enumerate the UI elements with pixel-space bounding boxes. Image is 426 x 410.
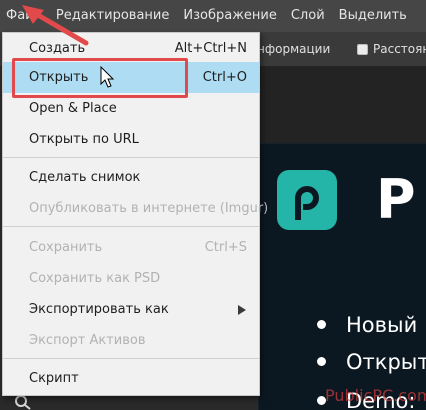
- toolbar-info-label[interactable]: нформации: [257, 32, 330, 66]
- menu-layer[interactable]: Слой: [284, 0, 332, 32]
- menu-item-save-psd: Сохранить как PSD: [3, 263, 259, 294]
- menu-item-publish-imgur: Опубликовать в интернете (Imgur): [3, 193, 268, 224]
- workspace-panel: [258, 66, 426, 143]
- menu-item-label: Экспортировать как: [29, 302, 169, 317]
- menu-item-shortcut: Ctrl+O: [202, 70, 247, 85]
- distance-checkbox[interactable]: [357, 44, 368, 55]
- menu-item-label: Сделать снимок: [29, 170, 141, 185]
- bullet-item: Новый: [317, 312, 417, 338]
- submenu-arrow-icon: [238, 305, 246, 315]
- annotation-arrow-icon: [22, 5, 89, 46]
- bullet-dot: [317, 356, 326, 366]
- menu-item-shortcut: Ctrl+S: [204, 240, 247, 255]
- menu-item-label: Сохранить как PSD: [29, 271, 161, 286]
- toolbar-distance-label[interactable]: Расстоян: [373, 32, 426, 66]
- bullet-text: Открыт: [346, 350, 426, 374]
- menu-item-label: Открыть по URL: [29, 132, 139, 147]
- document-title-letter: P: [376, 168, 416, 231]
- bullet-text: Новый: [346, 313, 418, 337]
- menu-item-save: Сохранить Ctrl+S: [3, 232, 259, 263]
- menu-item-label: Скрипт: [29, 371, 79, 386]
- menu-select[interactable]: Выделить: [332, 0, 414, 32]
- photopea-logo-icon: [277, 170, 337, 230]
- menu-image[interactable]: Изображение: [176, 0, 283, 32]
- bullet-item: Открыт: [317, 349, 426, 375]
- menu-item-script[interactable]: Скрипт: [3, 363, 259, 394]
- menu-item-label: Экспорт Активов: [29, 333, 146, 348]
- document-canvas[interactable]: P Новый Открыт Demo:: [258, 143, 426, 410]
- mouse-cursor-icon: [100, 66, 115, 88]
- menu-item-export-as[interactable]: Экспортировать как: [3, 294, 259, 325]
- bullet-dot: [317, 319, 326, 329]
- menu-item-label: Сохранить: [29, 240, 103, 255]
- watermark-text: PublicPC.com: [325, 386, 426, 405]
- menu-item-export-assets: Экспорт Активов: [3, 325, 259, 356]
- menu-separator: [3, 157, 259, 158]
- menu-item-open-url[interactable]: Открыть по URL: [3, 124, 259, 155]
- menu-item-snapshot[interactable]: Сделать снимок: [3, 162, 259, 193]
- menu-item-label: Опубликовать в интернете (Imgur): [29, 201, 269, 216]
- menu-separator: [3, 358, 259, 359]
- menu-separator: [3, 226, 259, 227]
